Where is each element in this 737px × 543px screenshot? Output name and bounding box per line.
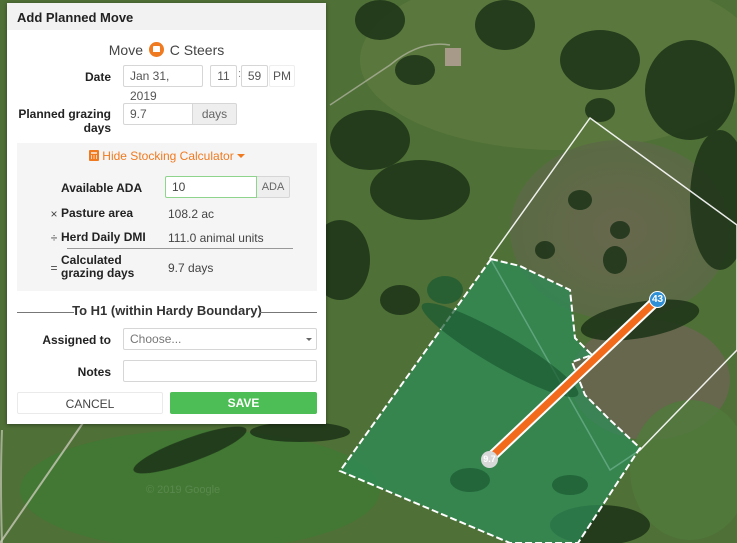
calculator-icon — [89, 150, 100, 161]
start-marker[interactable]: 9.7 — [481, 451, 498, 468]
building — [445, 48, 461, 66]
map-watermark: © 2019 Google — [146, 484, 221, 496]
cow-head-icon — [148, 42, 164, 57]
section-divider-right — [260, 312, 317, 313]
add-planned-move-dialog: Add Planned Move Move C Steers Date Jan … — [7, 3, 326, 424]
divide-icon: ÷ — [50, 231, 58, 245]
notes-label: Notes — [77, 365, 111, 379]
grazing-days-input[interactable]: 9.7 — [123, 103, 193, 125]
end-marker[interactable]: 43 — [649, 291, 666, 308]
assigned-row: Assigned to Choose... — [7, 328, 326, 352]
pasture-area-label: Pasture area — [61, 206, 134, 220]
save-button[interactable]: SAVE — [170, 392, 317, 414]
cancel-button[interactable]: CANCEL — [17, 392, 163, 414]
calc-divider — [67, 248, 293, 249]
road — [0, 429, 3, 543]
date-label: Date — [84, 70, 111, 84]
minute-input[interactable]: 59 — [241, 65, 268, 87]
grazing-days-unit: days — [193, 103, 237, 125]
caret-down-icon — [236, 154, 245, 158]
stocking-calculator: Hide Stocking Calculator Available ADA 1… — [17, 143, 317, 291]
date-input[interactable]: Jan 31, 2019 — [123, 65, 203, 103]
dialog-title: Add Planned Move — [7, 3, 326, 30]
grazing-days-label: Planned grazing days — [18, 107, 111, 135]
pasture-area-value: 108.2 ac — [168, 207, 215, 221]
move-prefix: Move — [108, 42, 143, 58]
calculated-days-label: Calculated grazing days — [61, 253, 135, 280]
date-row: Date Jan 31, 2019 11 : 59 PM — [7, 65, 326, 103]
move-heading: Move C Steers — [7, 40, 326, 60]
assigned-to-placeholder: Choose... — [130, 332, 182, 346]
available-ada-label: Available ADA — [61, 181, 143, 195]
herd-dmi-value: 111.0 animal units — [168, 231, 264, 245]
hour-input[interactable]: 11 — [210, 65, 237, 87]
destination-title: To H1 (within Hardy Boundary) — [72, 303, 262, 318]
calculated-days-value: 9.7 days — [168, 261, 214, 275]
chevron-down-icon — [306, 338, 312, 341]
toggle-calculator-link[interactable]: Hide Stocking Calculator — [17, 149, 317, 163]
herd-dmi-label: Herd Daily DMI — [61, 230, 146, 244]
notes-row: Notes — [7, 360, 326, 384]
grazing-days-row: Planned grazing days 9.7 days — [7, 102, 326, 135]
available-ada-unit: ADA — [257, 176, 290, 198]
assigned-to-label: Assigned to — [42, 333, 111, 347]
herd-name: C Steers — [169, 42, 225, 58]
toggle-calculator-label: Hide Stocking Calculator — [102, 149, 234, 163]
ampm-toggle[interactable]: PM — [269, 65, 295, 87]
notes-input[interactable] — [123, 360, 317, 382]
equals-icon: = — [50, 261, 58, 275]
multiply-icon: × — [50, 207, 58, 221]
assigned-to-select[interactable]: Choose... — [123, 328, 317, 350]
available-ada-input[interactable]: 10 — [165, 176, 257, 198]
